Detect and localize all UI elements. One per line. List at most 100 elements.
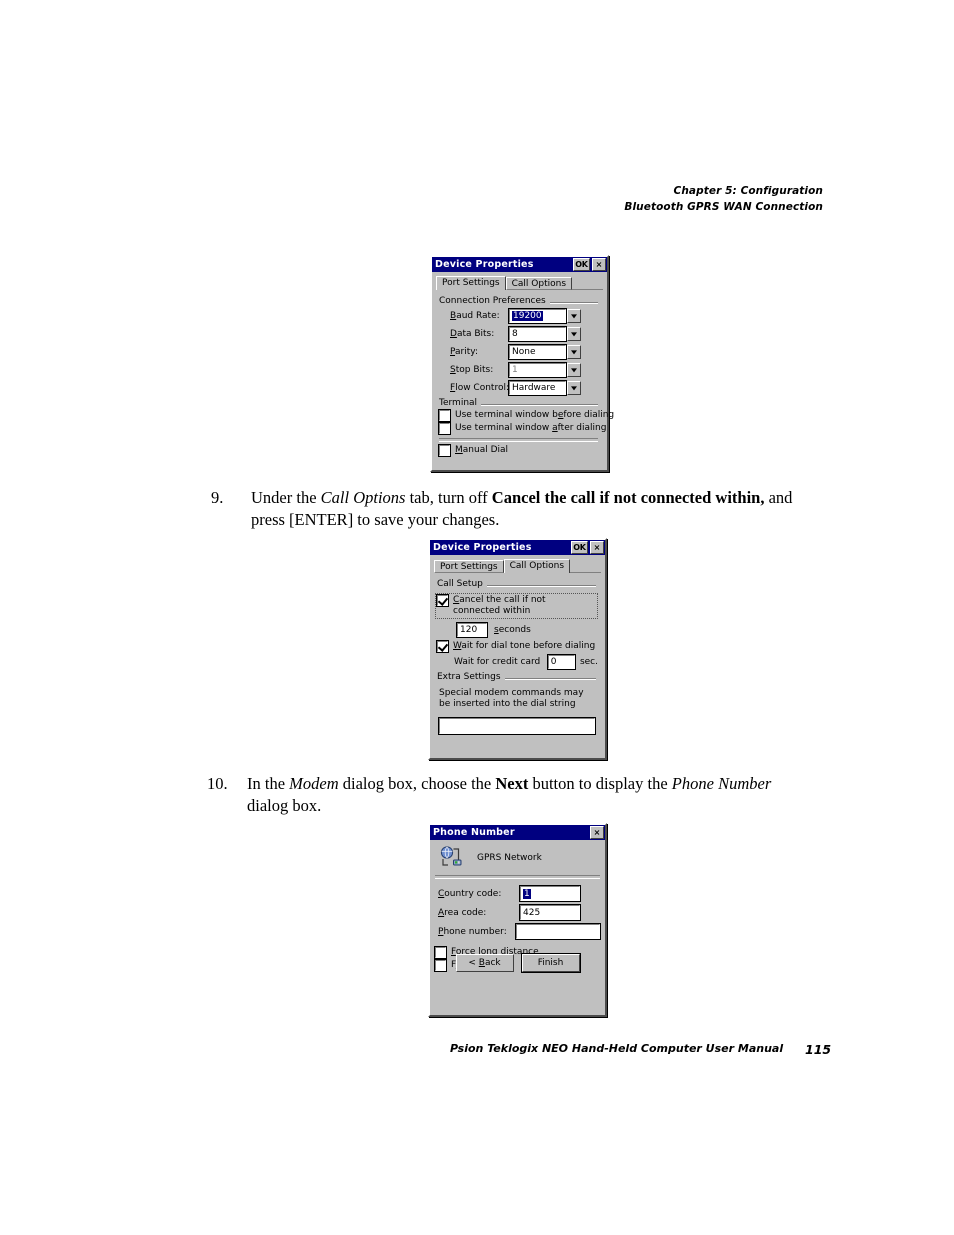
- input-country-code[interactable]: 1: [519, 885, 581, 902]
- network-connection-icon: [439, 846, 465, 870]
- titlebar: Phone Number ×: [430, 825, 605, 840]
- checkbox-manual-dial[interactable]: [438, 444, 451, 457]
- connection-name: GPRS Network: [477, 853, 542, 863]
- combo-flow-control-value[interactable]: Hardware: [508, 380, 567, 396]
- dialog-client: Port Settings Call Options Call Setup Ca…: [430, 555, 605, 740]
- combo-data-bits[interactable]: 8: [508, 326, 581, 342]
- checkbox-cancel-call-if-not-connected[interactable]: [436, 594, 449, 607]
- label-credit-card-unit: sec.: [579, 657, 598, 667]
- ok-button[interactable]: OK: [573, 258, 590, 271]
- text-extra-settings-note: Special modem commands may be inserted i…: [439, 688, 584, 709]
- step-9-text: Under the Call Options tab, turn off Can…: [251, 488, 793, 529]
- checkbox-row-wait-dial-tone[interactable]: Wait for dial tone before dialing: [436, 640, 598, 653]
- ok-button[interactable]: OK: [571, 541, 588, 554]
- tab-call-options[interactable]: Call Options: [503, 559, 571, 573]
- field-row-data-bits: Data Bits: 8: [439, 326, 600, 342]
- step-10-text: In the Modem dialog box, choose the Next…: [247, 774, 772, 815]
- input-area-code[interactable]: 425: [519, 904, 581, 921]
- label-wait-for-credit-card: Wait for credit card: [454, 657, 541, 667]
- chevron-down-icon[interactable]: [567, 363, 581, 377]
- footer-page-number: 115: [805, 1042, 832, 1057]
- dialog-device-properties-call-options: Device Properties OK × Port Settings Cal…: [428, 538, 607, 760]
- group-extra-settings: Extra Settings: [437, 672, 598, 682]
- field-row-country-code: Country code: 1: [435, 885, 600, 902]
- group-label-terminal: Terminal: [439, 398, 482, 408]
- tab-body-port-settings: Connection Preferences Baud Rate: 19200 …: [436, 290, 614, 460]
- titlebar-title: Device Properties: [435, 259, 534, 270]
- checkbox-row-terminal-after[interactable]: Use terminal window after dialing: [438, 422, 606, 435]
- dialog-button-bar: < Back Finish: [430, 953, 605, 973]
- tab-body-call-options: Call Setup Cancel the call if not connec…: [434, 573, 601, 736]
- checkbox-row-cancel-call[interactable]: Cancel the call if not connected within: [435, 593, 598, 619]
- row-wait-credit-card: Wait for credit card 0 sec.: [437, 654, 598, 670]
- field-row-baud-rate: Baud Rate: 19200: [439, 308, 600, 324]
- checkbox-label-wait-for-dial-tone: Wait for dial tone before dialing: [453, 641, 596, 651]
- checkbox-row-manual-dial[interactable]: Manual Dial: [438, 444, 600, 457]
- close-icon[interactable]: ×: [590, 826, 604, 839]
- label-seconds: seconds: [494, 625, 531, 635]
- checkbox-wait-for-dial-tone[interactable]: [436, 640, 449, 653]
- input-phone-number[interactable]: [515, 923, 601, 940]
- titlebar-title: Phone Number: [433, 827, 515, 838]
- close-icon[interactable]: ×: [592, 258, 606, 271]
- group-label-connection-preferences: Connection Preferences: [439, 296, 550, 306]
- divider: [435, 875, 600, 879]
- combo-flow-control[interactable]: Hardware: [508, 380, 581, 396]
- titlebar: Device Properties OK ×: [432, 257, 607, 272]
- tab-strip: Port Settings Call Options: [434, 558, 601, 573]
- close-icon[interactable]: ×: [590, 541, 604, 554]
- finish-button[interactable]: Finish: [520, 953, 581, 973]
- row-cancel-timeout: 120 seconds: [437, 622, 598, 638]
- input-wait-for-credit-card[interactable]: 0: [546, 654, 576, 670]
- label-data-bits: Data Bits:: [450, 329, 495, 339]
- dialog-client: GPRS Network Country code: 1 Area code: …: [430, 840, 605, 977]
- checkbox-use-terminal-before-dialing[interactable]: [438, 409, 451, 422]
- combo-parity[interactable]: None: [508, 344, 581, 360]
- input-extra-modem-commands[interactable]: [438, 717, 596, 735]
- label-country-code: Country code:: [438, 888, 502, 899]
- checkbox-label-manual-dial: Manual Dial: [455, 445, 509, 455]
- tab-port-settings[interactable]: Port Settings: [436, 276, 506, 290]
- combo-data-bits-value[interactable]: 8: [508, 326, 567, 342]
- tab-strip-filler: [572, 276, 603, 290]
- dialog-client: Port Settings Call Options Connection Pr…: [432, 272, 614, 464]
- header-section: Bluetooth GPRS WAN Connection: [624, 201, 823, 213]
- label-parity: Parity:: [450, 347, 478, 357]
- group-connection-preferences: Connection Preferences: [439, 296, 600, 306]
- tab-strip: Port Settings Call Options: [436, 275, 603, 290]
- checkbox-label-use-terminal-before-dialing: Use terminal window before dialing: [455, 410, 615, 420]
- label-stop-bits: Stop Bits:: [450, 365, 494, 375]
- footer-manual-title: Psion Teklogix NEO Hand-Held Computer Us…: [450, 1042, 784, 1055]
- tab-port-settings[interactable]: Port Settings: [434, 560, 504, 573]
- chevron-down-icon[interactable]: [567, 345, 581, 359]
- dialog-device-properties-port-settings: Device Properties OK × Port Settings Cal…: [430, 255, 614, 472]
- chevron-down-icon[interactable]: [567, 309, 581, 323]
- label-baud-rate: Baud Rate:: [450, 311, 500, 321]
- tab-strip-filler: [570, 559, 601, 573]
- field-row-phone-number: Phone number:: [435, 923, 601, 940]
- checkbox-row-terminal-before[interactable]: Use terminal window before dialing: [438, 409, 614, 422]
- page-header: Chapter 5: Configuration Bluetooth GPRS …: [624, 183, 823, 215]
- group-terminal: Terminal: [439, 398, 600, 408]
- field-row-flow-control: Flow Control: Hardware: [439, 380, 600, 396]
- label-phone-number: Phone number:: [438, 926, 507, 937]
- combo-baud-rate-value[interactable]: 19200: [508, 308, 567, 324]
- combo-stop-bits[interactable]: 1: [508, 362, 581, 378]
- step-9-number: 9.: [211, 488, 224, 507]
- combo-baud-rate[interactable]: 19200: [508, 308, 581, 324]
- chevron-down-icon[interactable]: [567, 327, 581, 341]
- combo-parity-value[interactable]: None: [508, 344, 567, 360]
- group-call-setup: Call Setup: [437, 579, 598, 589]
- combo-stop-bits-value[interactable]: 1: [508, 362, 567, 378]
- back-button[interactable]: < Back: [455, 954, 514, 972]
- checkbox-use-terminal-after-dialing[interactable]: [438, 422, 451, 435]
- divider: [439, 438, 598, 442]
- dialog-phone-number: Phone Number × GPRS Network Country code…: [428, 823, 607, 1017]
- label-area-code: Area code:: [438, 907, 487, 918]
- chevron-down-icon[interactable]: [567, 381, 581, 395]
- connection-header: GPRS Network: [435, 842, 600, 874]
- input-cancel-timeout-seconds[interactable]: 120: [456, 622, 488, 638]
- step-9: 9. Under the Call Options tab, turn off …: [211, 487, 811, 531]
- tab-call-options[interactable]: Call Options: [505, 277, 573, 290]
- label-flow-control: Flow Control:: [450, 383, 509, 393]
